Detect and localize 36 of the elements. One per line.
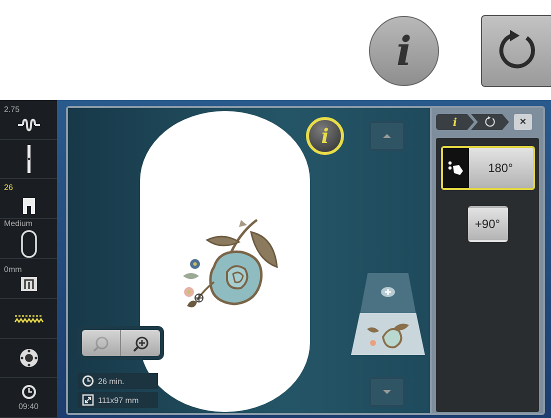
info-button[interactable]: i [306, 117, 344, 155]
status-value: 26 [4, 183, 13, 192]
info-button[interactable]: i [369, 16, 439, 86]
status-button[interactable]: 0mm [0, 259, 57, 299]
arrow-down-icon [383, 390, 391, 394]
status-button[interactable]: Medium [0, 219, 57, 260]
stitch-time: 26 min. [98, 376, 124, 386]
hoop-icon [20, 230, 38, 258]
status-button[interactable]: 2.75 [0, 100, 57, 140]
status-button[interactable] [0, 298, 57, 339]
status-value: Medium [4, 219, 32, 228]
magnifier-icon [132, 334, 150, 352]
status-value: 2.75 [4, 104, 20, 114]
zoom-in-button[interactable] [121, 330, 160, 356]
rotate-icon [484, 116, 496, 128]
stitch-plate-icon [20, 276, 38, 292]
resize-icon [82, 394, 94, 406]
arrow-up-icon [383, 134, 391, 138]
clock-icon [20, 384, 36, 400]
rotate-90-button[interactable]: +90° [468, 206, 508, 242]
hand-icon [448, 161, 464, 175]
close-button[interactable]: × [514, 114, 532, 130]
clock-icon [82, 375, 94, 387]
design-size: 111x97 mm [98, 396, 139, 404]
rotate-button[interactable] [481, 15, 551, 87]
status-button[interactable] [0, 140, 57, 180]
breadcrumb-tab[interactable]: i [436, 114, 474, 130]
add-icon [381, 287, 395, 297]
status-value: 0mm [4, 265, 22, 274]
clock-time: 09:40 [18, 402, 39, 412]
bobbin-icon [18, 346, 40, 369]
status-button[interactable]: 26 [0, 179, 57, 220]
rotate-180-button[interactable]: 180° [440, 146, 534, 190]
breadcrumb-tab[interactable] [471, 114, 509, 130]
magnifier-icon [92, 334, 110, 352]
status-button[interactable] [0, 338, 57, 378]
